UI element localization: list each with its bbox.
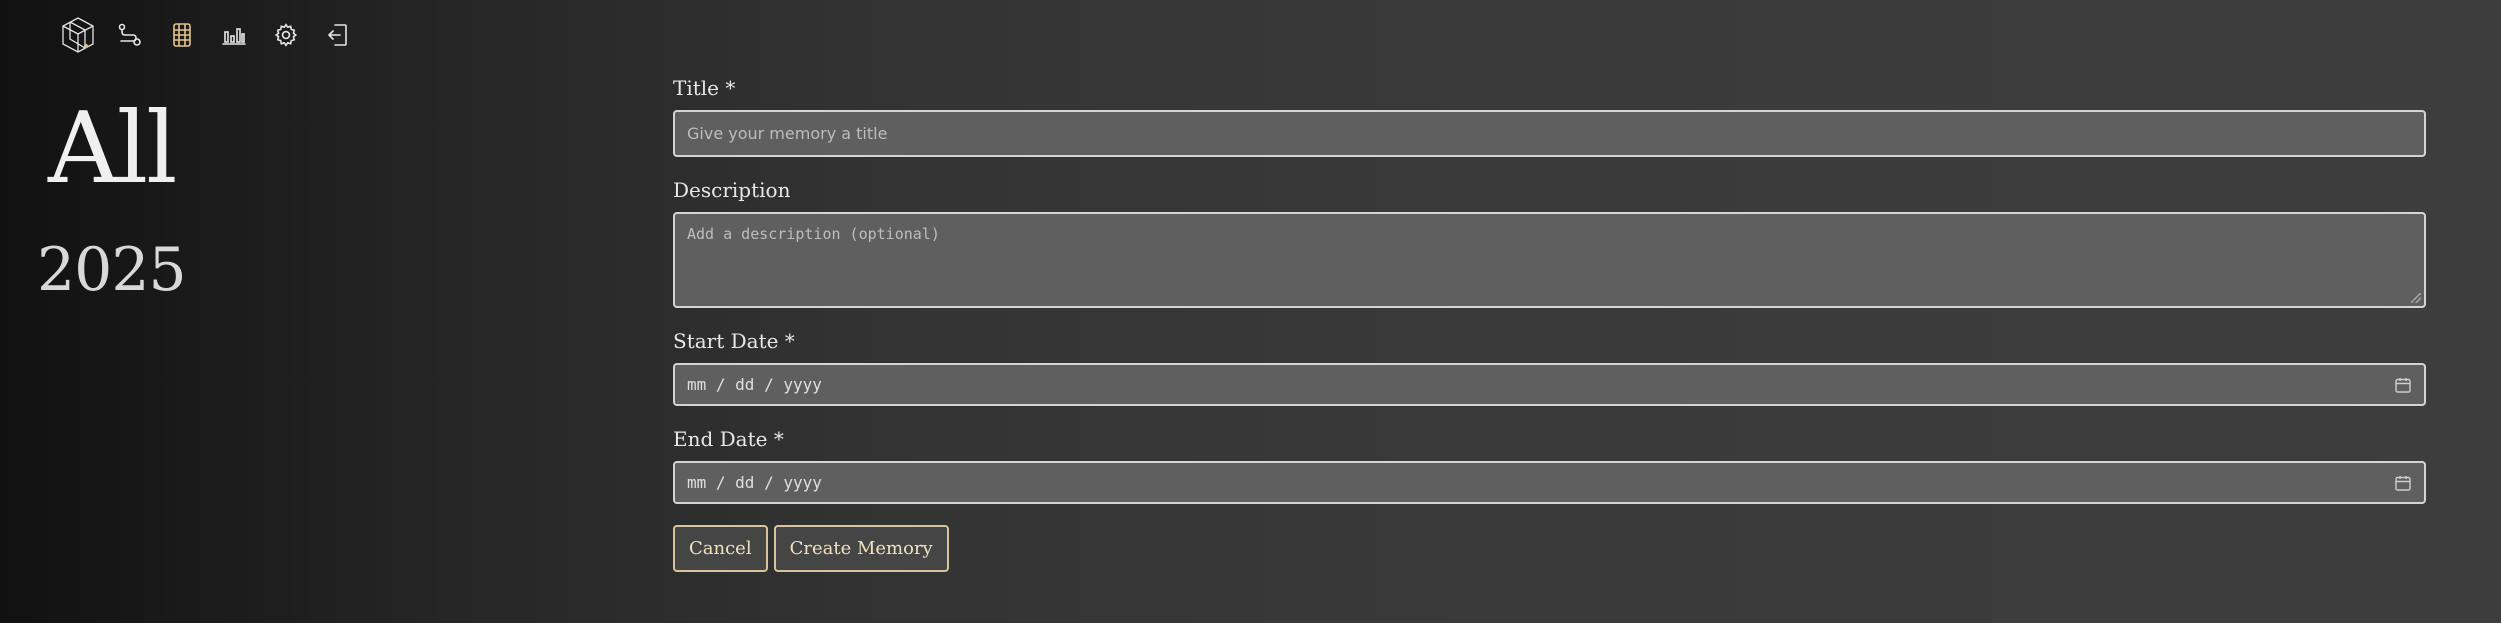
logout-icon[interactable]	[312, 14, 364, 56]
title-input[interactable]: Give your memory a title	[673, 110, 2426, 157]
stats-chart-icon[interactable]	[208, 14, 260, 56]
description-textarea[interactable]: Add a description (optional)	[673, 212, 2426, 308]
film-strip-icon[interactable]	[156, 14, 208, 56]
create-memory-form: Title * Give your memory a title Descrip…	[673, 76, 2426, 572]
resize-handle[interactable]	[2411, 293, 2421, 303]
description-placeholder: Add a description (optional)	[687, 225, 940, 243]
start-date-input[interactable]: mm / dd / yyyy	[673, 363, 2426, 406]
page-title: All	[48, 92, 177, 206]
start-date-value: mm / dd / yyyy	[687, 375, 822, 394]
create-memory-button[interactable]: Create Memory	[773, 525, 949, 572]
description-label: Description	[673, 178, 791, 202]
end-date-input[interactable]: mm / dd / yyyy	[673, 461, 2426, 504]
top-nav	[52, 14, 364, 56]
settings-gear-icon[interactable]	[260, 14, 312, 56]
logo-cube-icon[interactable]	[52, 14, 104, 56]
end-date-label: End Date *	[673, 427, 784, 451]
form-actions: Cancel Create Memory	[673, 525, 2426, 572]
title-placeholder: Give your memory a title	[687, 124, 888, 143]
cancel-button[interactable]: Cancel	[673, 525, 768, 572]
title-label: Title *	[673, 76, 736, 100]
year-label: 2025	[37, 235, 187, 305]
end-date-value: mm / dd / yyyy	[687, 473, 822, 492]
calendar-icon[interactable]	[2394, 474, 2412, 492]
calendar-icon[interactable]	[2394, 376, 2412, 394]
journey-path-icon[interactable]	[104, 14, 156, 56]
start-date-label: Start Date *	[673, 329, 795, 353]
